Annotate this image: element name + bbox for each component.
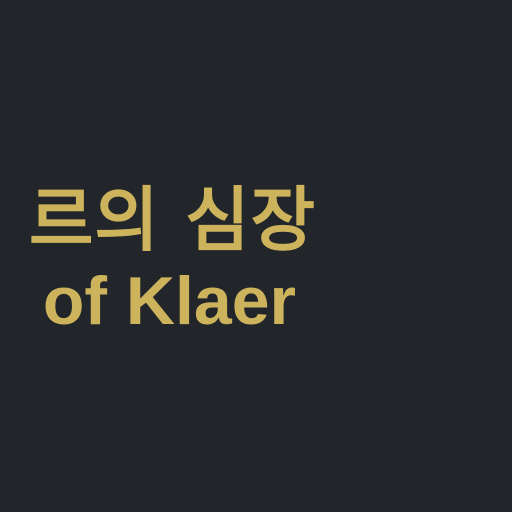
- title-screen: 르의 심장 of Klaer: [0, 0, 512, 512]
- game-title: 르의 심장 of Klaer: [29, 178, 316, 340]
- title-korean: 르의 심장: [29, 179, 316, 261]
- title-english: of Klaer: [42, 263, 296, 339]
